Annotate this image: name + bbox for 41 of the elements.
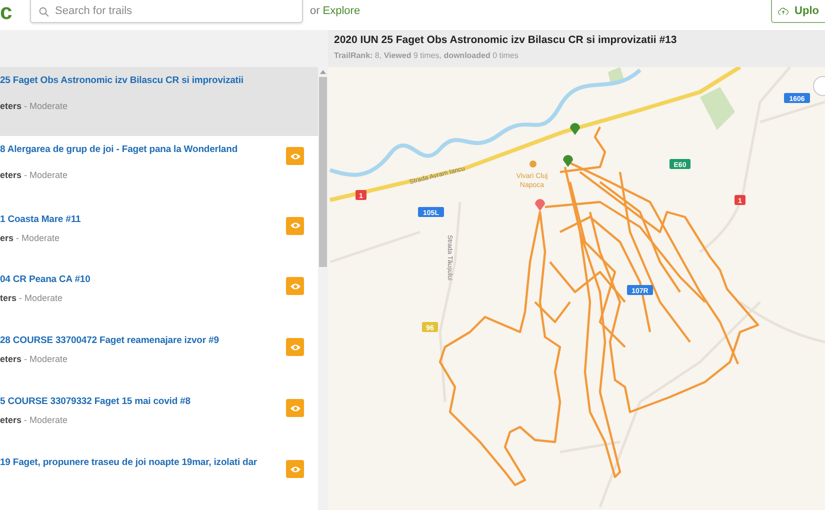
trail-title-link[interactable]: 5 COURSE 33079332 Faget 15 mai covid #8 [0,396,286,408]
trail-title-link[interactable]: 8 Alergarea de grup de joi - Faget pana la Wonderland [0,144,286,156]
trail-info-text: eters - Moderate [0,415,69,426]
trail-title-link[interactable]: 25 Faget Obs Astronomic izv Bilascu CR si improvizatii [0,75,304,87]
view-button[interactable] [286,216,304,234]
eye-icon [290,152,300,160]
trail-info-text: eters - Moderate [0,354,69,366]
view-button[interactable] [286,277,304,296]
trail-title-link[interactable]: 19 Faget, propunere traseu de joi noapte 19mar, izolati dar [0,457,286,470]
trail-info-text: ters - Moderate [0,293,64,304]
scroll-up-icon[interactable] [320,70,326,74]
trail-title-link[interactable]: 04 CR Peana CA #10 [0,274,286,286]
view-button[interactable] [286,338,304,356]
poi-icon [530,160,536,168]
trail-title-link[interactable]: 28 COURSE 33700472 Faget reamenajare izvor #9 [0,335,286,348]
eye-icon [290,466,300,473]
eye-icon [290,222,300,229]
map-pin-icon [535,199,545,211]
eye-icon [290,404,300,412]
trail-info-text: ers - Moderate [0,232,61,244]
logo[interactable]: c [0,1,30,23]
cloud-upload-icon [778,5,789,17]
search-field[interactable]: Search for trails [30,0,303,23]
view-button[interactable] [286,147,304,166]
upload-button[interactable]: Uplo [771,0,825,23]
search-icon [39,7,49,17]
view-button[interactable] [286,399,304,418]
scrollbar[interactable] [318,67,328,510]
map-pin-icon [570,123,580,135]
trail-info-text: eters - Moderate [0,170,69,182]
view-button[interactable] [286,460,304,478]
eye-icon [290,344,300,351]
trail-stats-text: TrailRank: 8, Viewed 9 times, downloaded 0 times [334,51,520,61]
scrollbar-thumb[interactable] [319,77,327,267]
map-pin-icon [563,155,573,167]
explore-link[interactable]: Explore [322,5,360,17]
eye-icon [290,282,300,290]
or-text: or [310,5,320,17]
trail-title-link[interactable]: 1 Coasta Mare #11 [0,214,286,226]
trail-title: 2020 IUN 25 Faget Obs Astronomic izv Bilascu CR si improvizatii #13 [334,34,678,46]
trail-info-text: eters - Moderate [0,101,69,112]
